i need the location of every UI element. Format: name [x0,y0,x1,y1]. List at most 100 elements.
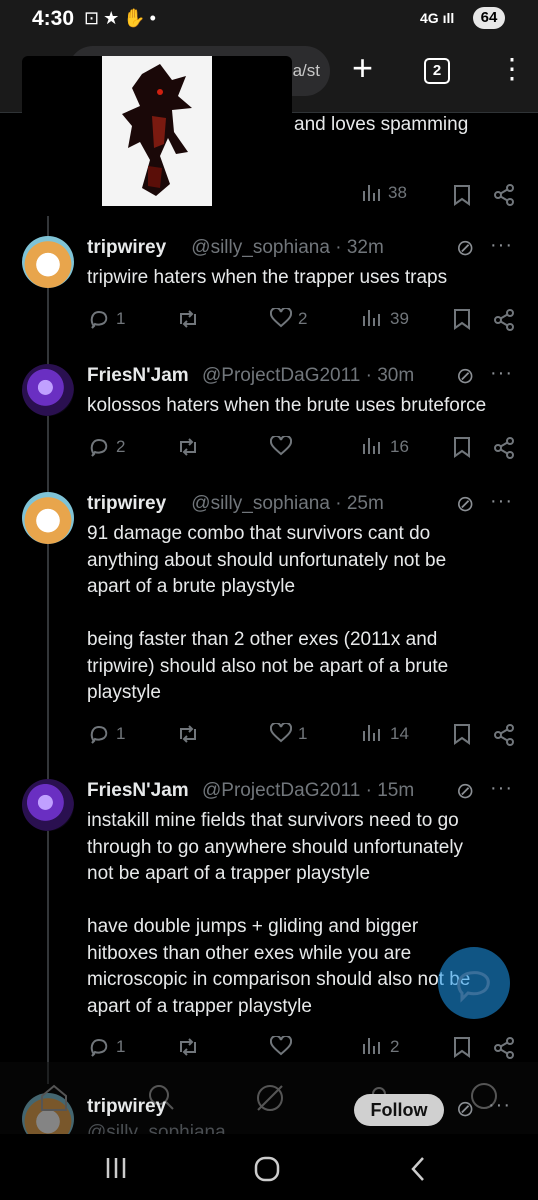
back-icon[interactable] [408,1156,428,1182]
thread-line [47,204,49,1084]
tab-switcher-button[interactable]: 2 [424,58,450,84]
grok-icon[interactable]: ⊘ [456,363,474,389]
like-icon [269,434,293,460]
image-preview-popup[interactable] [22,56,292,216]
reply-button[interactable]: 1 [88,308,125,334]
recent-apps-icon[interactable] [104,1156,128,1180]
tweet-text-line: instakill mine fields that survivors nee… [87,810,459,831]
more-options-icon[interactable]: ··· [490,777,513,800]
bookmark-icon[interactable] [452,184,472,211]
tweet-text-fragment: and loves spamming [294,114,469,135]
bookmark-icon [452,308,472,334]
author-handle[interactable]: @ProjectDaG2011 · 15m [202,780,414,802]
action-count: 1 [116,723,126,743]
like-button[interactable] [269,434,293,460]
tweet-text-line [87,601,507,628]
views-button[interactable]: 2 [362,1036,399,1060]
status-bar: 4:30 ⊡★✋• 4G ıll 64 [0,0,538,40]
author-name[interactable]: tripwirey [87,237,166,259]
repost-icon [176,724,200,749]
reply-bubble-icon [457,971,490,1003]
share-button[interactable] [492,1036,516,1060]
views-icon [363,185,380,201]
tweet-text: tripwire haters when the trapper uses tr… [87,265,507,292]
home-icon[interactable] [38,1082,70,1112]
reply-icon [88,1038,110,1062]
views-button[interactable]: 38 [362,183,407,208]
share-button[interactable] [492,436,516,460]
like-button[interactable]: 1 [269,721,307,747]
system-navigation-bar [0,1134,538,1200]
avatar[interactable] [22,364,74,416]
grok-icon[interactable] [254,1082,286,1114]
follow-button[interactable]: Follow [354,1094,444,1126]
tweet-text-line: tripwire) should also not be apart of a … [87,655,449,677]
bookmark-button[interactable] [452,308,472,332]
repost-icon [176,1038,200,1062]
browser-menu-icon[interactable]: ⋮ [498,54,526,84]
like-button[interactable]: 2 [269,306,307,332]
bookmark-icon [452,436,472,462]
author-name[interactable]: FriesN'Jam [87,365,189,387]
compose-fab[interactable] [438,947,510,1019]
bookmark-button[interactable] [452,1036,472,1060]
share-icon [492,436,516,464]
repost-button[interactable] [176,436,200,460]
grok-icon[interactable]: ⊘ [456,491,474,517]
more-options-icon[interactable]: ··· [490,362,513,385]
home-button-icon[interactable] [254,1156,280,1182]
tweet-text: kolossos haters when the brute uses brut… [87,393,507,420]
like-button[interactable] [269,1034,293,1060]
tweet-text-line: playstyle [87,682,161,703]
tweet-text-line: through to go anywhere should unfortunat… [87,836,464,858]
share-button[interactable] [492,723,516,747]
grok-icon[interactable]: ⊘ [456,778,474,804]
repost-icon [176,309,200,334]
author-name[interactable]: FriesN'Jam [87,780,189,802]
tweet-text-line: anything about should unfortunately not … [87,549,447,571]
new-tab-button[interactable]: + [352,48,373,88]
action-count: 39 [390,308,409,328]
reply-button[interactable]: 1 [88,723,125,749]
like-icon [269,721,293,747]
more-options-icon[interactable]: ··· [490,234,513,257]
views-icon [362,309,384,332]
views-icon [362,1038,384,1060]
action-count: 2 [116,436,126,456]
author-name[interactable]: tripwirey [87,493,166,515]
reply-button[interactable]: 1 [88,1036,125,1062]
repost-button[interactable] [176,723,200,747]
author-name[interactable]: tripwirey [87,1096,166,1118]
more-options-icon[interactable]: ··· [490,490,513,513]
tweet-text-line: 91 damage combo that survivors cant do [87,523,431,544]
reply-icon [88,310,110,334]
avatar[interactable] [22,492,74,544]
avatar[interactable] [22,779,74,831]
views-button[interactable]: 39 [362,308,409,332]
more-options-icon[interactable]: ··· [488,1094,511,1117]
author-handle[interactable]: @silly_sophiana · 32m [191,237,384,259]
bookmark-button[interactable] [452,436,472,460]
tweet-text-line: kolossos haters when the brute uses brut… [87,395,487,416]
like-icon [269,1034,293,1060]
avatar[interactable] [22,236,74,288]
notification-icons: ⊡★✋• [84,8,160,28]
views-button[interactable]: 14 [362,723,409,747]
share-button[interactable] [492,308,516,332]
repost-button[interactable] [176,308,200,332]
repost-icon [176,437,200,462]
author-handle[interactable]: @ProjectDaG2011 · 30m [202,365,414,387]
share-icon[interactable] [492,183,516,212]
action-count: 2 [390,1037,400,1056]
battery-indicator: 64 [473,7,505,29]
reply-button[interactable]: 2 [88,436,125,460]
author-handle[interactable]: @silly_sophiana · 25m [191,493,384,515]
grok-icon[interactable]: ⊘ [456,1096,474,1122]
repost-button[interactable] [176,1036,200,1060]
views-button[interactable]: 16 [362,436,409,460]
bookmark-button[interactable] [452,723,472,747]
grok-icon[interactable]: ⊘ [456,235,474,261]
bookmark-icon [452,1037,472,1062]
reply-icon [88,725,110,749]
views-icon [362,437,384,460]
